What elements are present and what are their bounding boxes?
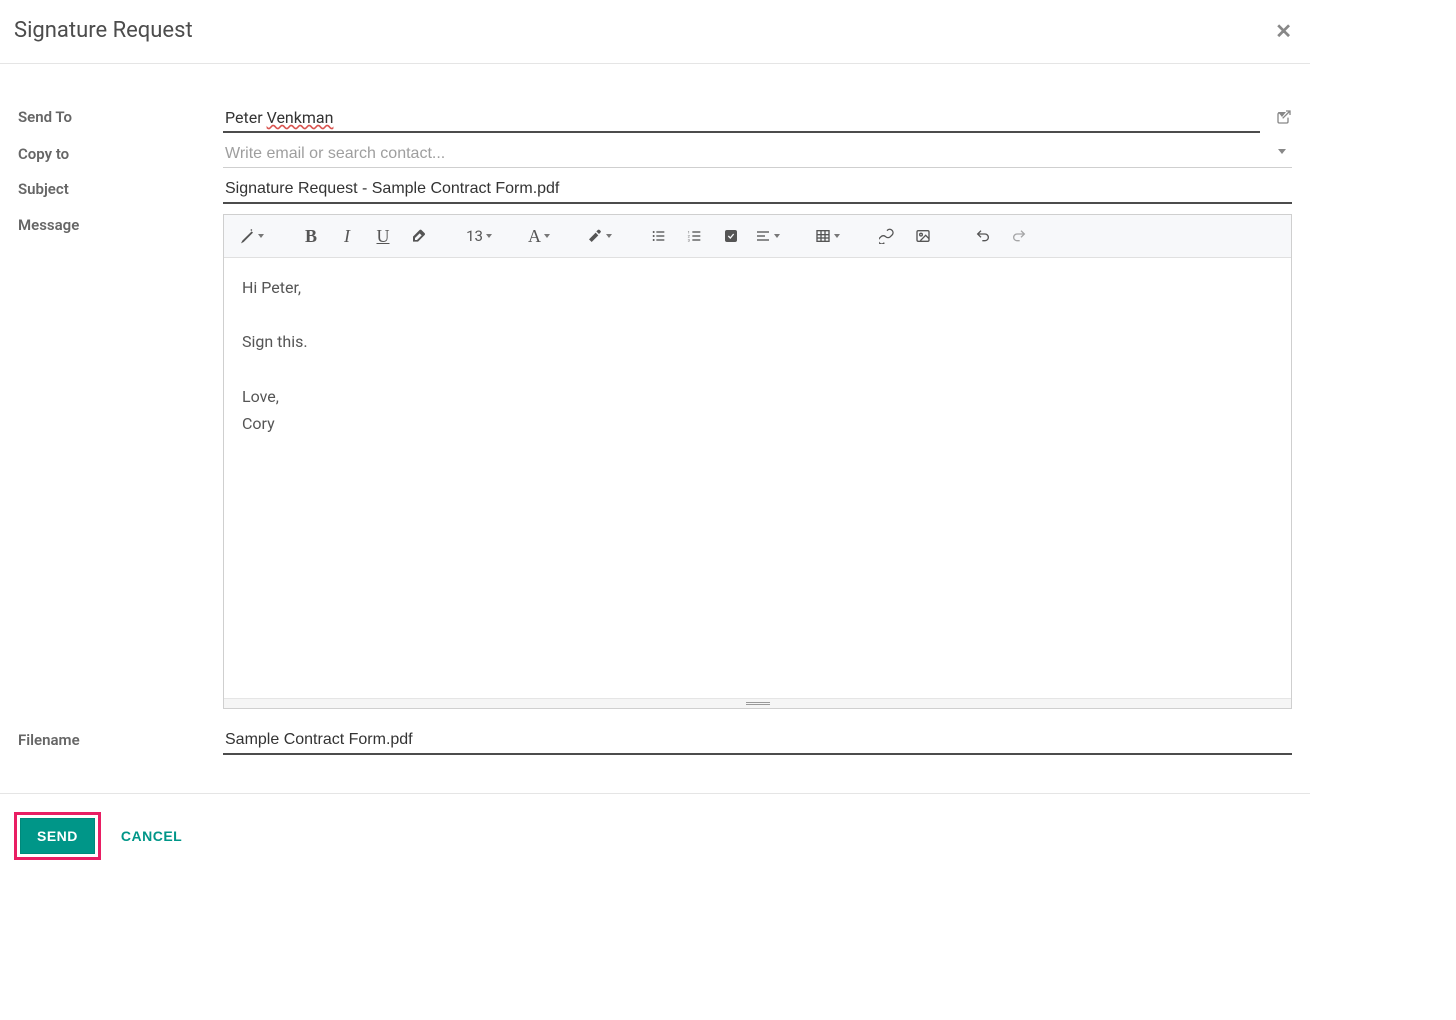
copy-to-input[interactable] [223,141,1292,168]
subject-input[interactable] [223,176,1292,204]
copy-to-label: Copy to [18,141,223,163]
editor-toolbar: B I U 13 A [224,215,1291,258]
message-line: Hi Peter, [242,274,1273,301]
send-to-field-wrap: Peter Venkman [223,104,1292,133]
font-size-button[interactable]: 13 [462,221,496,251]
send-to-dropdown-icon[interactable] [1278,112,1286,117]
send-highlight: SEND [14,812,101,860]
redo-icon[interactable] [1002,221,1036,251]
subject-row: Subject [18,176,1292,204]
send-to-row: Send To Peter Venkman [18,104,1292,133]
italic-button[interactable]: I [330,221,364,251]
font-color-button[interactable]: A [522,221,556,251]
message-row: Message B I U [18,212,1292,709]
copy-to-field-wrap [223,141,1292,168]
subject-field-wrap [223,176,1292,204]
editor-resize-handle[interactable] [224,698,1291,708]
modal-body: Send To Peter Venkman Copy to [0,64,1310,793]
signature-request-modal: Signature Request ✕ Send To Peter Venkma… [0,0,1310,890]
align-icon[interactable] [750,221,784,251]
link-icon[interactable] [870,221,904,251]
message-line: Cory [242,410,1273,437]
message-editor[interactable]: Hi Peter, Sign this. Love, Cory [224,258,1291,698]
cancel-button[interactable]: CANCEL [111,819,192,853]
magic-icon[interactable] [234,221,268,251]
highlight-icon[interactable] [582,221,616,251]
svg-text:3: 3 [688,237,690,242]
underline-button[interactable]: U [366,221,400,251]
message-line: Love, [242,383,1273,410]
table-icon[interactable] [810,221,844,251]
checkbox-icon[interactable] [714,221,748,251]
filename-field-wrap [223,727,1292,755]
rich-text-editor: B I U 13 A [223,214,1292,709]
modal-footer: SEND CANCEL [0,793,1310,890]
message-field-wrap: B I U 13 A [223,212,1292,709]
message-label: Message [18,212,223,234]
bold-button[interactable]: B [294,221,328,251]
image-icon[interactable] [906,221,940,251]
ordered-list-icon[interactable]: 123 [678,221,712,251]
send-to-input[interactable]: Peter Venkman [223,104,1260,133]
filename-row: Filename [18,727,1292,755]
modal-header: Signature Request ✕ [0,0,1310,64]
undo-icon[interactable] [966,221,1000,251]
send-button[interactable]: SEND [20,818,95,854]
eraser-icon[interactable] [402,221,436,251]
subject-label: Subject [18,176,223,198]
close-icon[interactable]: ✕ [1271,19,1296,43]
copy-to-row: Copy to [18,141,1292,168]
copy-to-dropdown-icon[interactable] [1278,149,1286,154]
unordered-list-icon[interactable] [642,221,676,251]
filename-input[interactable] [223,727,1292,755]
send-to-label: Send To [18,104,223,126]
message-line: Sign this. [242,328,1273,355]
filename-label: Filename [18,727,223,749]
modal-title: Signature Request [14,18,193,43]
